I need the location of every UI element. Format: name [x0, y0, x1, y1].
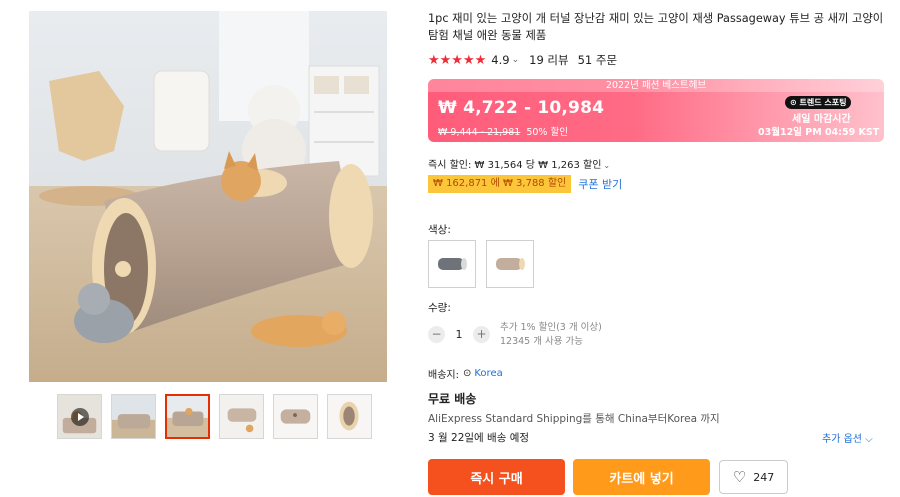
promo-banner: 2022년 패션 베스트헤브 — [428, 79, 884, 92]
thumbnail-strip — [57, 394, 372, 439]
price-panel: 2022년 패션 베스트헤브 ₩ 4,722 - 10,984 ₩ 9,444 … — [428, 79, 884, 142]
beige-tunnel-icon — [496, 258, 525, 270]
location-pin-icon: ⊙ — [462, 368, 472, 379]
reviews-count[interactable]: 19 리뷰 — [529, 52, 568, 68]
orders-count: 51 주문 — [577, 53, 618, 67]
instant-discount[interactable]: 즉시 할인: ₩ 31,564 당 ₩ 1,263 할인 ⌄ — [428, 156, 610, 171]
add-to-cart-button[interactable]: 카트에 넣기 — [573, 459, 710, 495]
rating-row: ★★★★★ 4.9 ⌄ 19 리뷰 51 주문 — [428, 52, 617, 68]
cat-tunnel-photo — [29, 11, 387, 382]
thumbnail-3-selected[interactable] — [165, 394, 210, 439]
get-coupon-link[interactable]: 쿠폰 받기 — [578, 176, 622, 192]
thumbnail-video[interactable] — [57, 394, 102, 439]
coupon-badge: ₩ 162,871 에 ₩ 3,788 할인 — [428, 175, 572, 193]
thumbnail-4[interactable] — [219, 394, 264, 439]
decrease-quantity-button[interactable]: − — [428, 326, 445, 343]
chevron-down-icon: ⌄ — [603, 161, 611, 170]
quantity-value[interactable]: 1 — [445, 328, 473, 341]
trend-badge: ⊙ 트렌드 스포팅 — [785, 96, 852, 109]
price-range: ₩ 4,722 - 10,984 — [438, 98, 605, 118]
instant-discount-text: 즉시 할인: ₩ 31,564 당 ₩ 1,263 할인 — [428, 160, 602, 171]
main-product-image[interactable] — [29, 11, 387, 382]
wishlist-button[interactable]: ♡ 247 — [719, 460, 788, 494]
more-shipping-options-link[interactable]: 추가 옵션 ⌵ — [822, 430, 873, 445]
sale-end-date: 03월12일 PM 04:59 KST — [758, 127, 880, 138]
gray-tunnel-icon — [438, 258, 467, 270]
ship-to-row: 배송지: ⊙ Korea — [428, 366, 503, 381]
heart-icon: ♡ — [732, 468, 747, 486]
color-option-gray[interactable] — [428, 240, 476, 288]
delivery-estimate: 3 월 22일에 배송 예정 — [428, 432, 530, 444]
sale-end-label: 세일 마감시간 — [792, 114, 851, 125]
star-rating-icon: ★★★★★ — [428, 52, 487, 68]
bulk-discount-note: 추가 1% 할인(3 개 이상) — [500, 322, 602, 333]
coupon-row: ₩ 162,871 에 ₩ 3,788 할인 쿠폰 받기 — [428, 175, 622, 193]
color-options — [428, 240, 534, 288]
original-price: ₩ 9,444 - 21,981 — [438, 127, 521, 138]
increase-quantity-button[interactable]: + — [473, 326, 490, 343]
chevron-down-icon[interactable]: ⌄ — [512, 55, 520, 65]
buy-now-button[interactable]: 즉시 구매 — [428, 459, 565, 495]
color-option-beige[interactable] — [486, 240, 534, 288]
available-stock: 12345 개 사용 가능 — [500, 336, 583, 347]
rating-value[interactable]: 4.9 — [491, 53, 509, 67]
thumbnail-2[interactable] — [111, 394, 156, 439]
shipping-method: AliExpress Standard Shipping를 통해 China부터… — [428, 413, 720, 425]
free-shipping-title: 무료 배송 — [428, 392, 477, 406]
quantity-label: 수량: — [428, 302, 451, 314]
discount-percent: 50% 할인 — [526, 127, 568, 138]
play-icon — [71, 408, 89, 426]
ship-to-location[interactable]: Korea — [474, 368, 502, 379]
thumbnail-6[interactable] — [327, 394, 372, 439]
product-title: 1pc 재미 있는 고양이 개 터널 장난감 재미 있는 고양이 재생 Pass… — [428, 12, 884, 42]
wishlist-count: 247 — [753, 470, 775, 484]
color-label: 색상: — [428, 224, 451, 236]
quantity-stepper: − 1 + — [428, 326, 490, 343]
ship-to-label: 배송지: — [428, 370, 459, 381]
original-price-row: ₩ 9,444 - 21,981 50% 할인 — [438, 124, 568, 138]
thumbnail-5[interactable] — [273, 394, 318, 439]
quantity-info: 추가 1% 할인(3 개 이상) 12345 개 사용 가능 — [500, 321, 602, 349]
